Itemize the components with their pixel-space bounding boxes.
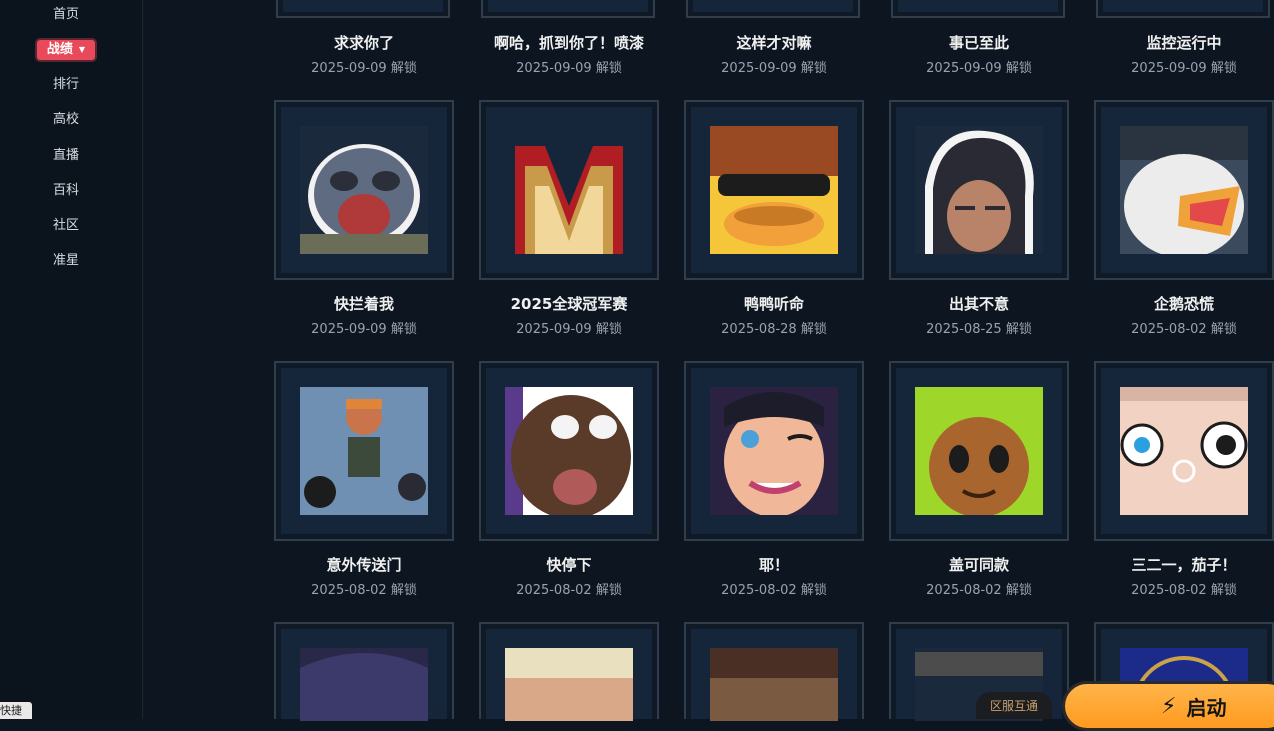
caret-down-icon: ▼ [78,45,86,54]
spray-card[interactable] [1094,100,1274,280]
spray-card[interactable] [479,100,659,280]
spray-title: 啊哈，抓到你了！喷漆 [493,34,644,52]
duck-icon [710,126,838,254]
spray-title: 意外传送门 [326,556,402,574]
spray-title: 三二一，茄子！ [1131,556,1237,574]
spray-unlock-date: 2025-09-09 解锁 [516,322,622,337]
nav-wiki[interactable]: 百科 [0,183,132,199]
launch-label: 启动 [1186,695,1227,720]
nav-community[interactable]: 社区 [0,218,132,234]
sloth-icon [300,126,428,254]
spray-unlock-date: 2025-08-02 解锁 [1131,322,1237,337]
spray-card[interactable] [1094,361,1274,541]
spray-title: 快拦着我 [333,295,394,313]
spray-unlock-date: 2025-09-09 解锁 [311,322,417,337]
spray-card[interactable] [274,361,454,541]
spray-card[interactable] [479,622,659,721]
spray-title: 快停下 [546,556,592,574]
spray-card[interactable] [481,0,655,18]
spray-card[interactable] [274,622,454,721]
spray-title: 鸭鸭听命 [743,295,804,313]
nav-record-active[interactable]: 战绩 ▼ [35,38,97,62]
sidebar: 首页 战绩 ▼ 排行 高校 直播 百科 社区 准星 [0,0,143,719]
spray-title: 求求你了 [333,34,394,52]
spray-card[interactable] [479,361,659,541]
spray-title: 这样才对嘛 [736,34,812,52]
spray-card[interactable] [889,361,1069,541]
dark-hair-icon [300,648,428,721]
wide-eyes-face-icon [1120,387,1248,515]
spray-card[interactable] [684,100,864,280]
nav-record-label: 战绩 [46,42,73,57]
agent-portrait-icon [915,126,1043,254]
spray-card[interactable] [889,100,1069,280]
spray-title: 事已至此 [948,34,1009,52]
quick-tag[interactable]: 快捷 [0,702,32,719]
server-interop-badge[interactable]: 区服互通 [976,692,1052,719]
spray-card[interactable] [684,622,864,721]
nav-home[interactable]: 首页 [0,7,132,23]
penguin-icon [1120,126,1248,254]
spray-title: 盖可同款 [948,556,1009,574]
spray-unlock-date: 2025-08-02 解锁 [926,583,1032,598]
bearded-face-icon [710,648,838,721]
nav-live[interactable]: 直播 [0,148,132,164]
launch-button[interactable]: ⚡ 启动 [1062,681,1274,731]
spray-card[interactable] [891,0,1065,18]
spray-unlock-date: 2025-08-02 解锁 [721,583,827,598]
spray-title: 出其不意 [948,295,1009,313]
spray-card[interactable] [1096,0,1270,18]
nav-crosshair[interactable]: 准星 [0,253,132,269]
nav-college[interactable]: 高校 [0,112,132,128]
spray-title: 监控运行中 [1146,34,1222,52]
spray-unlock-date: 2025-09-09 解锁 [721,61,827,76]
spray-title: 2025全球冠军赛 [510,295,628,313]
spray-title: 耶！ [758,556,789,574]
spray-unlock-date: 2025-08-02 解锁 [311,583,417,598]
wink-face-icon [710,387,838,515]
group-agents-icon [300,387,428,515]
spray-card[interactable] [684,361,864,541]
spray-unlock-date: 2025-09-09 解锁 [516,61,622,76]
spray-card[interactable] [274,100,454,280]
gekko-face-icon [915,387,1043,515]
spray-unlock-date: 2025-08-28 解锁 [721,322,827,337]
spray-unlock-date: 2025-08-25 解锁 [926,322,1032,337]
spray-unlock-date: 2025-08-02 解锁 [1131,583,1237,598]
blonde-hair-icon [505,648,633,721]
nav-ranking[interactable]: 排行 [0,77,132,93]
spray-unlock-date: 2025-09-09 解锁 [311,61,417,76]
lightning-icon: ⚡ [1161,693,1177,719]
spray-unlock-date: 2025-09-09 解锁 [926,61,1032,76]
spray-unlock-date: 2025-08-02 解锁 [516,583,622,598]
spray-card[interactable] [276,0,450,18]
spray-card[interactable] [686,0,860,18]
champions-logo-icon [505,126,633,254]
shocked-face-icon [505,387,633,515]
spray-unlock-date: 2025-09-09 解锁 [1131,61,1237,76]
spray-title: 企鹅恐慌 [1153,295,1214,313]
